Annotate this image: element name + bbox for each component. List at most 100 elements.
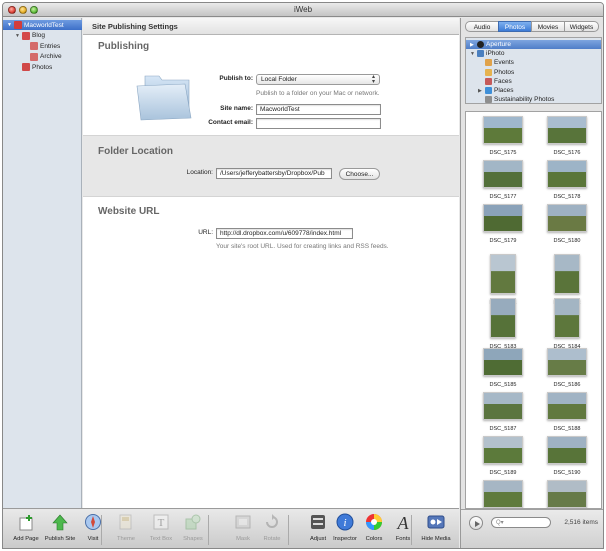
tab-widgets[interactable]: Widgets [564,21,599,32]
photo-image [554,298,580,338]
colors-icon [365,513,383,531]
url-label: URL: [198,229,213,236]
sidebar-item-label: Blog [32,32,46,39]
media-source-places[interactable]: ▶ Places [466,86,601,95]
location-field[interactable]: /Users/jefferybattersby/Dropbox/Pub [216,168,332,179]
photo-thumbnail[interactable]: DSC_5183 [476,298,530,350]
media-source-faces[interactable]: Faces [466,77,601,86]
media-source-list: ▶ Aperture ▼ iPhoto Events Photos Faces ▶ Places… [465,37,602,104]
photo-thumbnail[interactable]: DSC_5187 [476,392,530,432]
photo-caption: DSC_5180 [553,238,581,244]
disclosure-triangle-icon[interactable]: ▼ [7,22,12,28]
contact-email-field[interactable] [256,118,381,129]
photo-thumbnail[interactable]: DSC_5184 [540,298,594,350]
photo-caption: DSC_5179 [489,238,517,244]
photo-grid: DSC_5175 DSC_5176 DSC_5177 DSC_5178 DSC_5179… [465,111,602,509]
fonts-icon: A [394,513,412,533]
media-source-photos[interactable]: Photos [466,68,601,77]
photo-thumbnail[interactable]: DSC_5191 [476,480,530,508]
sidebar-item[interactable]: Photos [3,62,82,72]
media-source-label: iPhoto [486,50,505,58]
photo-image [490,254,516,294]
photo-thumbnail[interactable]: DSC_5192 [540,480,594,508]
photo-caption: DSC_5176 [553,150,581,156]
photo-caption: DSC_5187 [489,426,517,432]
disclosure-triangle-icon[interactable]: ▶ [478,88,482,94]
folder-icon [136,75,192,121]
visit-icon [84,513,102,531]
play-slideshow-button[interactable] [469,516,483,530]
media-source-label: Faces [494,77,512,85]
sidebar-item[interactable]: ▼ MacworldTest [3,20,82,30]
theme-toolbar-button[interactable]: Theme [106,513,146,548]
photo-thumbnail[interactable]: DSC_5179 [476,204,530,244]
url-field[interactable]: http://dl.dropbox.com/u/609778/index.htm… [216,228,353,239]
photo-image [483,348,523,376]
media-source-label: Aperture [486,41,511,48]
photo-thumbnail[interactable]: DSC_5175 [476,116,530,156]
photo-image [483,116,523,144]
photo-caption: DSC_5188 [553,426,581,432]
popup-arrows-icon: ▴ ▾ [371,74,375,85]
media-source-aperture[interactable]: ▶ Aperture [466,40,601,49]
photo-thumbnail[interactable]: DSC_5185 [476,348,530,388]
photo-caption: DSC_5178 [553,194,581,200]
faces-icon [485,77,492,85]
toolbar-separator [288,515,289,545]
media-tabs: Audio Photos Movies Widgets [465,21,602,32]
tab-movies[interactable]: Movies [531,21,565,32]
svg-text:i: i [343,517,346,529]
rotate-toolbar-button[interactable]: Rotate [252,513,292,548]
disclosure-triangle-icon[interactable]: ▼ [15,33,20,39]
iweb-window: iWeb ▼ MacworldTest ▼ Blog Entries Archive Pho… [2,2,604,549]
sidebar-item-label: Photos [32,63,53,71]
publish-to-popup[interactable]: Local Folder ▴ ▾ [256,74,380,85]
disclosure-triangle-icon[interactable]: ▶ [470,42,474,48]
add-page-icon [17,513,35,531]
media-source-label: Sustainability Photos [494,96,555,104]
website-url-section: Website URL URL: http://dl.dropbox.com/u… [83,198,459,268]
media-source-events[interactable]: Events [466,58,601,67]
sidebar-item-label: Archive [40,53,62,60]
photo-thumbnail[interactable]: DSC_5188 [540,392,594,432]
photo-thumbnail[interactable]: DSC_5176 [540,116,594,156]
title-bar[interactable]: iWeb [3,3,603,17]
photo-image [490,298,516,338]
photo-caption: DSC_5189 [489,470,517,476]
svg-text:A: A [397,513,410,531]
sidebar-item[interactable]: Entries [3,41,82,51]
toolbar-button-label: Hide Media [421,536,451,542]
photo-thumbnail[interactable]: DSC_5177 [476,160,530,200]
album-icon [485,96,492,103]
disclosure-triangle-icon[interactable]: ▼ [470,51,475,57]
shapes-toolbar-button[interactable]: Shapes [173,513,213,548]
tab-photos[interactable]: Photos [498,21,532,32]
photo-thumbnail[interactable]: DSC_5180 [540,204,594,244]
photo-image [483,392,523,420]
sidebar-item[interactable]: ▼ Blog [3,31,82,41]
photo-image [483,436,523,464]
mask-icon [234,513,252,531]
photo-thumbnail[interactable]: DSC_5190 [540,436,594,476]
tab-audio[interactable]: Audio [465,21,499,32]
choose-folder-button[interactable]: Choose... [339,168,380,180]
toolbar-button-label: Rotate [263,536,281,542]
inspector-icon: i [336,513,354,531]
photo-thumbnail[interactable]: DSC_5186 [540,348,594,388]
photo-thumbnail[interactable]: DSC_5178 [540,160,594,200]
media-search-field[interactable]: Q▾ [491,517,551,528]
media-source-sustainability-photos[interactable]: Sustainability Photos [466,95,601,104]
media-source-iphoto[interactable]: ▼ iPhoto [466,49,601,58]
photo-image [547,348,587,376]
photo-image [554,254,580,294]
photo-thumbnail[interactable]: DSC_5189 [476,436,530,476]
media-browser: Audio Photos Movies Widgets ▶ Aperture ▼ iPhot… [460,18,603,548]
photo-caption: DSC_5190 [553,470,581,476]
sidebar-item[interactable]: Archive [3,52,82,62]
settings-header-title: Site Publishing Settings [92,22,178,31]
page-icon [30,42,38,50]
site-name-field[interactable]: MacworldTest [256,104,381,115]
hide-media-toolbar-button[interactable]: Hide Media [416,513,456,548]
url-help: Your site's root URL. Used for creating … [216,243,389,250]
media-source-label: Events [494,59,514,67]
